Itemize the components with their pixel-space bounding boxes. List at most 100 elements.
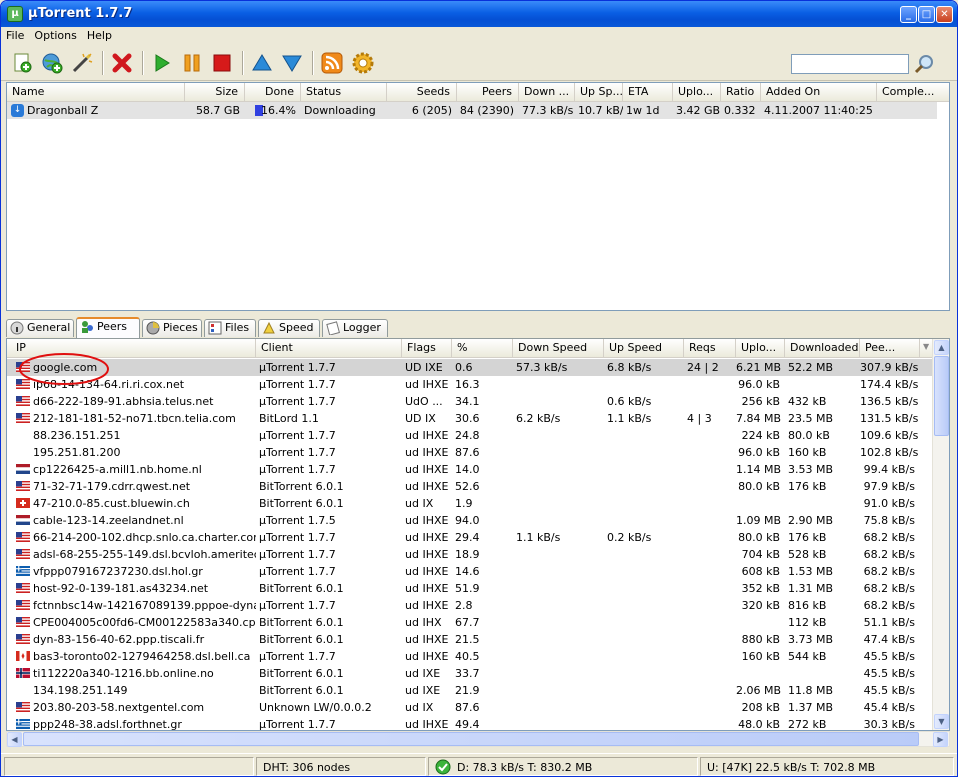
peer-row[interactable]: 88.236.151.251 µTorrent 1.7.7 ud IHXE 24.8 2… [7,427,934,444]
peer-value-peer: 75.8 kB/s [863,514,915,527]
stop-icon[interactable] [210,51,234,75]
peer-row[interactable]: ppp248-38.adsl.forthnet.gr µTorrent 1.7.7… [7,716,934,730]
peers-horizontal-scrollbar[interactable]: ◀ ▶ [6,731,950,747]
peer-value-upl: 6.21 MB [736,361,782,374]
peer-cell-down [513,495,604,512]
menu-help[interactable]: Help [82,27,117,44]
peer-value-client: µTorrent 1.7.7 [259,429,336,442]
torrent-column-header[interactable]: Comple... [877,83,949,101]
peer-row[interactable]: dyn-83-156-40-62.ppp.tiscali.fr BitTorren… [7,631,934,648]
peer-row[interactable]: bas3-toronto02-1279464258.dsl.bell.ca µTo… [7,648,934,665]
peer-cell-down [513,512,604,529]
scroll-thumb[interactable] [934,356,949,436]
remove-icon[interactable] [110,51,134,75]
peer-cell-peer: 174.4 kB/s [860,376,920,393]
peer-cell-ip: 47-210.0-85.cust.bluewin.ch [7,495,256,512]
peer-cell-down [513,376,604,393]
start-icon[interactable] [150,51,174,75]
torrent-column-header[interactable]: Size [185,83,245,101]
rss-icon[interactable] [320,51,344,75]
peer-row[interactable]: 71-32-71-179.cdrr.qwest.net BitTorrent 6.… [7,478,934,495]
move-down-icon[interactable] [280,51,304,75]
peer-row[interactable]: google.com µTorrent 1.7.7 UD IXE 0.6 57.3 kB… [7,359,934,376]
peer-column-header[interactable]: % [452,339,513,357]
peer-row[interactable]: 66-214-200-102.dhcp.snlo.ca.charter.com µ… [7,529,934,546]
peer-column-header[interactable]: Reqs [684,339,736,357]
peer-column-header[interactable]: Uplo... [736,339,785,357]
torrent-column-header[interactable]: Done [245,83,301,101]
peers-vertical-scrollbar[interactable]: ▲ ▼ [932,339,949,730]
peer-row[interactable]: adsl-68-255-255-149.dsl.bcvloh.ameritech… [7,546,934,563]
peer-value-flags: UD IXE [405,361,443,374]
tab-files[interactable]: Files [204,319,256,337]
title-bar[interactable]: µ µTorrent 1.7.7 _ □ ✕ [1,1,957,27]
search-input[interactable] [791,54,909,74]
peer-column-header[interactable]: Pee... [860,339,920,357]
add-torrent-icon[interactable] [10,51,34,75]
peer-cell-upl: 352 kB [736,580,785,597]
peer-row[interactable]: 203.80-203-58.nextgentel.com Unknown LW/0… [7,699,934,716]
peer-row[interactable]: 212-181-181-52-no71.tbcn.telia.com BitLor… [7,410,934,427]
move-up-icon[interactable] [250,51,274,75]
torrent-column-header[interactable]: Ratio [721,83,761,101]
peer-row[interactable]: ti112220a340-1216.bb.online.no BitTorrent… [7,665,934,682]
create-torrent-icon[interactable] [70,51,94,75]
torrent-column-header[interactable]: Down ... [519,83,575,101]
peer-row[interactable]: host-92-0-139-181.as43234.net BitTorrent … [7,580,934,597]
torrent-column-header[interactable]: Peers [457,83,519,101]
peer-cell-flags: ud IHXE [402,597,452,614]
peer-value-flags: UdO ... [405,395,443,408]
peer-cell-upl: 320 kB [736,597,785,614]
peer-value-client: BitTorrent 6.0.1 [259,616,344,629]
peer-row[interactable]: cp1226425-a.mill1.nb.home.nl µTorrent 1.7… [7,461,934,478]
minimize-button[interactable]: _ [900,6,917,23]
peer-value-flags: ud IHXE [405,463,449,476]
peer-value-peer: 68.2 kB/s [863,565,915,578]
torrent-column-header[interactable]: Name [7,83,185,101]
peer-cell-up [604,512,684,529]
peer-column-header[interactable]: Flags [402,339,452,357]
peer-column-header[interactable]: IP [7,339,256,357]
torrent-column-header[interactable]: Seeds [387,83,457,101]
tab-general[interactable]: General [6,319,74,337]
torrent-row[interactable]: ↓ Dragonball Z 58.7 GB 16.4% Downloading 6 (2… [7,102,937,119]
peer-cell-peer: 45.5 kB/s [860,648,920,665]
peer-cell-dl: 528 kB [785,546,860,563]
peer-row[interactable]: 195.251.81.200 µTorrent 1.7.7 ud IHXE 87.6 9… [7,444,934,461]
tab-pieces[interactable]: Pieces [142,319,202,337]
peer-row[interactable]: d66-222-189-91.abhsia.telus.net µTorrent … [7,393,934,410]
peer-column-header[interactable]: Up Speed [604,339,684,357]
peer-row[interactable]: ip68-14-134-64.ri.ri.cox.net µTorrent 1.7… [7,376,934,393]
peer-row[interactable]: 47-210.0-85.cust.bluewin.ch BitTorrent 6.… [7,495,934,512]
torrent-column-header[interactable]: Added On [761,83,877,101]
preferences-icon[interactable] [351,51,375,75]
pause-icon[interactable] [180,51,204,75]
tab-logger[interactable]: Logger [322,319,388,337]
peer-column-header[interactable]: Down Speed [513,339,604,357]
horizontal-scroll-thumb[interactable] [23,732,919,746]
tab-peers[interactable]: Peers [76,317,140,338]
torrent-column-header[interactable]: ETA [623,83,673,101]
menu-options[interactable]: Options [29,27,81,44]
scroll-left-button[interactable]: ◀ [7,732,22,747]
peer-row[interactable]: CPE004005c00fd6-CM00122583a340.cpe.n...B… [7,614,934,631]
peer-row[interactable]: 134.198.251.149 BitTorrent 6.0.1 ud IXE 21.… [7,682,934,699]
torrent-column-header[interactable]: Uplo... [673,83,721,101]
scroll-up-button[interactable]: ▲ [934,340,949,355]
scroll-down-button[interactable]: ▼ [934,714,949,729]
peer-row[interactable]: fctnnbsc14w-142167089139.pppoe-dynami...… [7,597,934,614]
menu-file[interactable]: File [1,27,29,44]
peer-row[interactable]: vfppp079167237230.dsl.hol.gr µTorrent 1.7… [7,563,934,580]
close-button[interactable]: ✕ [936,6,953,23]
maximize-button[interactable]: □ [918,6,935,23]
torrent-column-header[interactable]: Status [301,83,387,101]
peer-column-header[interactable]: Client [256,339,402,357]
peer-cell-reqs [684,665,736,682]
peer-row[interactable]: cable-123-14.zeelandnet.nl µTorrent 1.7.5… [7,512,934,529]
scroll-right-button[interactable]: ▶ [933,732,948,747]
torrent-column-header[interactable]: Up Sp... [575,83,623,101]
tab-speed[interactable]: Speed [258,319,320,337]
peer-column-header[interactable]: Downloaded [785,339,860,357]
add-url-icon[interactable] [40,51,64,75]
search-icon[interactable] [913,53,937,77]
